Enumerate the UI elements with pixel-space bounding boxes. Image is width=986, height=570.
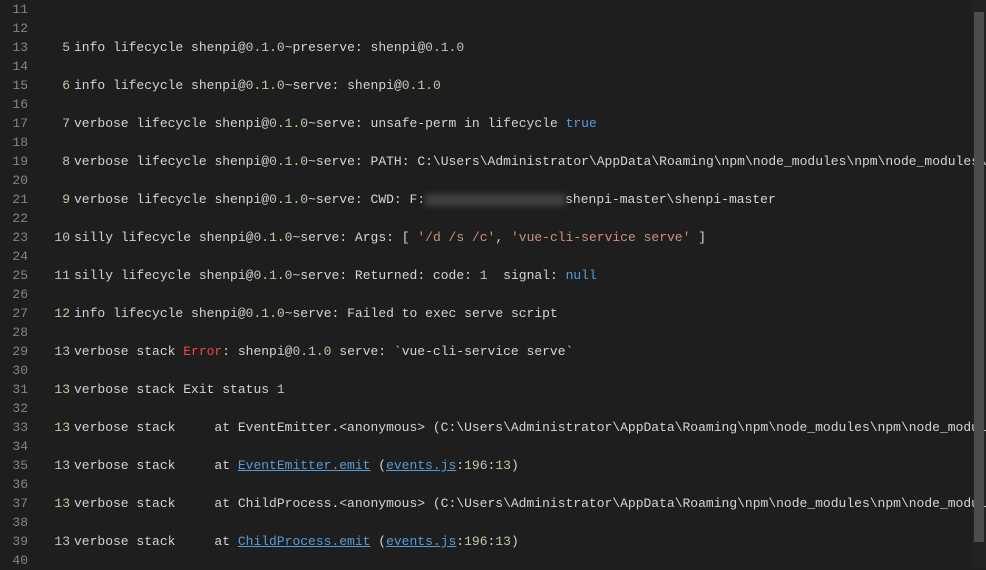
line-number: 18 bbox=[0, 133, 28, 152]
line-number: 14 bbox=[0, 57, 28, 76]
line-number: 37 bbox=[0, 494, 28, 513]
log-line: 11silly lifecycle shenpi@0.1.0~serve: Re… bbox=[50, 266, 986, 285]
log-line: 5info lifecycle shenpi@0.1.0~preserve: s… bbox=[50, 38, 986, 57]
scroll-thumb[interactable] bbox=[974, 12, 984, 542]
code-editor[interactable]: 1112131415161718192021222324252627282930… bbox=[0, 0, 986, 569]
line-number: 20 bbox=[0, 171, 28, 190]
line-number: 24 bbox=[0, 247, 28, 266]
line-number: 22 bbox=[0, 209, 28, 228]
line-number: 16 bbox=[0, 95, 28, 114]
line-number: 19 bbox=[0, 152, 28, 171]
line-number: 32 bbox=[0, 399, 28, 418]
vertical-scrollbar[interactable] bbox=[972, 0, 986, 569]
line-number: 39 bbox=[0, 532, 28, 551]
line-number: 30 bbox=[0, 361, 28, 380]
line-number: 35 bbox=[0, 456, 28, 475]
log-line: 13verbose stack at EventEmitter.emit (ev… bbox=[50, 456, 986, 475]
log-line: 13verbose stack at ChildProcess.<anonymo… bbox=[50, 494, 986, 513]
line-number: 12 bbox=[0, 19, 28, 38]
line-number: 40 bbox=[0, 551, 28, 570]
line-number: 34 bbox=[0, 437, 28, 456]
log-line: 13verbose stack at ChildProcess.emit (ev… bbox=[50, 532, 986, 551]
line-number: 15 bbox=[0, 76, 28, 95]
log-line: 8verbose lifecycle shenpi@0.1.0~serve: P… bbox=[50, 152, 986, 171]
log-line: 13verbose stack at EventEmitter.<anonymo… bbox=[50, 418, 986, 437]
line-number: 13 bbox=[0, 38, 28, 57]
line-number: 31 bbox=[0, 380, 28, 399]
line-number: 29 bbox=[0, 342, 28, 361]
line-number: 17 bbox=[0, 114, 28, 133]
log-line: 7verbose lifecycle shenpi@0.1.0~serve: u… bbox=[50, 114, 986, 133]
line-number: 11 bbox=[0, 0, 28, 19]
line-number-gutter: 1112131415161718192021222324252627282930… bbox=[0, 0, 50, 569]
log-line: 6info lifecycle shenpi@0.1.0~serve: shen… bbox=[50, 76, 986, 95]
line-number: 33 bbox=[0, 418, 28, 437]
line-number: 23 bbox=[0, 228, 28, 247]
log-line: 13verbose stack Exit status 1 bbox=[50, 380, 986, 399]
line-number: 27 bbox=[0, 304, 28, 323]
line-number: 28 bbox=[0, 323, 28, 342]
log-line: 13verbose stack Error: shenpi@0.1.0 serv… bbox=[50, 342, 986, 361]
line-number: 25 bbox=[0, 266, 28, 285]
log-line: 10silly lifecycle shenpi@0.1.0~serve: Ar… bbox=[50, 228, 986, 247]
log-line: 9verbose lifecycle shenpi@0.1.0~serve: C… bbox=[50, 190, 986, 209]
log-line: 12info lifecycle shenpi@0.1.0~serve: Fai… bbox=[50, 304, 986, 323]
line-number: 36 bbox=[0, 475, 28, 494]
line-number: 38 bbox=[0, 513, 28, 532]
line-number: 21 bbox=[0, 190, 28, 209]
line-number: 26 bbox=[0, 285, 28, 304]
editor-content[interactable]: 5info lifecycle shenpi@0.1.0~preserve: s… bbox=[50, 0, 986, 569]
